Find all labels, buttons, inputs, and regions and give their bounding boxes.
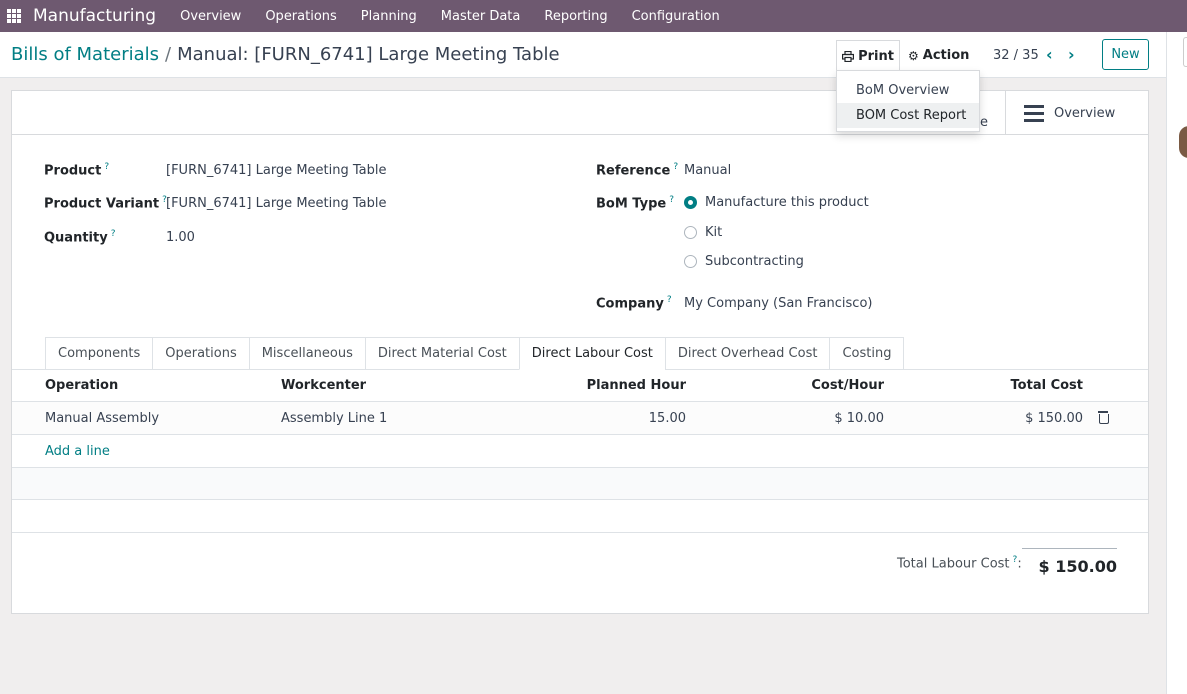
- radio-label: Subcontracting: [705, 254, 804, 269]
- product-label-text: Product: [44, 163, 102, 179]
- breadcrumb-bills-of-materials[interactable]: Bills of Materials: [11, 44, 159, 65]
- help-icon[interactable]: ?: [669, 195, 674, 205]
- add-line-link[interactable]: Add a line: [45, 435, 110, 467]
- bom-type-radio-manufacture[interactable]: Manufacture this product: [684, 195, 869, 210]
- reference-field[interactable]: Manual: [684, 163, 731, 178]
- tab-miscellaneous[interactable]: Miscellaneous: [248, 337, 365, 370]
- bom-type-label-text: BoM Type: [596, 196, 667, 212]
- cell-cost-hour[interactable]: $ 10.00: [834, 402, 884, 434]
- help-icon[interactable]: ?: [111, 229, 116, 239]
- bom-type-radio-kit[interactable]: Kit: [684, 225, 722, 240]
- bom-type-label: BoM Type?: [596, 195, 674, 211]
- control-panel: Bills of Materials / Manual: [FURN_6741]…: [0, 32, 1166, 78]
- tab-costing[interactable]: Costing: [829, 337, 905, 370]
- help-icon[interactable]: ?: [673, 162, 678, 172]
- chatter-toggle[interactable]: [1183, 37, 1187, 67]
- table-header: Operation Workcenter Planned Hour Cost/H…: [12, 370, 1148, 402]
- radio-checked-icon[interactable]: [684, 196, 697, 209]
- cell-operation[interactable]: Manual Assembly: [45, 402, 159, 434]
- printer-icon: [842, 50, 855, 62]
- total-labour-cost-label: Total Labour Cost?:: [897, 555, 1022, 571]
- quantity-label-text: Quantity: [44, 230, 108, 246]
- print-button[interactable]: Print: [836, 40, 900, 71]
- menu-master-data[interactable]: Master Data: [429, 9, 533, 24]
- menu-reporting[interactable]: Reporting: [532, 9, 619, 24]
- avatar: [1179, 126, 1187, 158]
- print-label: Print: [858, 48, 894, 64]
- top-navbar: Manufacturing Overview Operations Planni…: [0, 0, 1187, 32]
- chatter-panel: [1166, 32, 1187, 694]
- radio-unchecked-icon[interactable]: [684, 226, 697, 239]
- app-name[interactable]: Manufacturing: [33, 6, 156, 26]
- tab-direct-material-cost[interactable]: Direct Material Cost: [364, 337, 519, 370]
- tab-operations[interactable]: Operations: [152, 337, 249, 370]
- column-planned-hour[interactable]: Planned Hour: [587, 370, 686, 401]
- column-total-cost[interactable]: Total Cost: [1011, 370, 1083, 401]
- empty-row: [12, 467, 1148, 500]
- company-label: Company?: [596, 295, 672, 311]
- product-variant-field[interactable]: [FURN_6741] Large Meeting Table: [166, 196, 386, 211]
- form-sheet: e Overview Product? [FURN_6741] Large Me…: [11, 90, 1149, 614]
- overview-smart-button[interactable]: Overview: [1005, 91, 1148, 135]
- column-operation[interactable]: Operation: [45, 370, 118, 401]
- table-row[interactable]: Manual Assembly Assembly Line 1 15.00 $ …: [12, 402, 1148, 435]
- column-workcenter[interactable]: Workcenter: [281, 370, 366, 401]
- radio-label: Manufacture this product: [705, 195, 869, 210]
- reference-label-text: Reference: [596, 163, 671, 179]
- help-icon[interactable]: ?: [104, 162, 109, 172]
- action-button[interactable]: ⚙ Action: [904, 40, 973, 71]
- radio-unchecked-icon[interactable]: [684, 255, 697, 268]
- column-cost-hour[interactable]: Cost/Hour: [811, 370, 884, 401]
- breadcrumb-separator: /: [165, 44, 172, 65]
- help-icon[interactable]: ?: [667, 295, 672, 305]
- smart-button-partial[interactable]: e: [980, 115, 988, 130]
- radio-label: Kit: [705, 225, 723, 240]
- chevron-right-icon[interactable]: ›: [1068, 45, 1075, 64]
- menu-operations[interactable]: Operations: [253, 9, 348, 24]
- trash-icon[interactable]: [1098, 411, 1109, 424]
- company-label-text: Company: [596, 296, 664, 312]
- pager-value[interactable]: 32 / 35: [993, 48, 1039, 63]
- tab-direct-labour-cost[interactable]: Direct Labour Cost: [518, 337, 665, 370]
- breadcrumb: Bills of Materials / Manual: [FURN_6741]…: [11, 44, 560, 65]
- gear-icon: ⚙: [908, 48, 919, 63]
- table-bottom-divider: [12, 532, 1148, 533]
- variant-label-text: Product Variant: [44, 196, 160, 212]
- quantity-field[interactable]: 1.00: [166, 230, 195, 245]
- menu-configuration[interactable]: Configuration: [620, 9, 732, 24]
- menu-item-bom-cost-report[interactable]: BOM Cost Report: [837, 103, 979, 128]
- cell-planned-hour[interactable]: 15.00: [649, 402, 686, 434]
- reference-label: Reference?: [596, 162, 678, 178]
- company-field[interactable]: My Company (San Francisco): [684, 296, 872, 311]
- menu-planning[interactable]: Planning: [349, 9, 429, 24]
- print-dropdown-menu: BoM Overview BOM Cost Report: [836, 70, 980, 132]
- total-separator: [1022, 548, 1117, 549]
- chevron-left-icon[interactable]: ‹: [1046, 45, 1053, 64]
- action-label: Action: [922, 48, 970, 63]
- tab-components[interactable]: Components: [45, 337, 153, 370]
- total-label-text: Total Labour Cost: [897, 556, 1010, 572]
- cell-workcenter[interactable]: Assembly Line 1: [281, 402, 387, 434]
- notebook-tabs: Components Operations Miscellaneous Dire…: [45, 337, 905, 370]
- menu-item-bom-overview[interactable]: BoM Overview: [837, 78, 979, 103]
- product-label: Product?: [44, 162, 109, 178]
- quantity-label: Quantity?: [44, 229, 115, 245]
- page-title: Manual: [FURN_6741] Large Meeting Table: [177, 44, 560, 65]
- total-labour-cost-value: $ 150.00: [1038, 557, 1117, 576]
- bom-type-radio-subcontracting[interactable]: Subcontracting: [684, 254, 804, 269]
- menu-overview[interactable]: Overview: [168, 9, 253, 24]
- empty-row: [12, 499, 1148, 532]
- list-icon: [1024, 104, 1044, 122]
- product-field[interactable]: [FURN_6741] Large Meeting Table: [166, 163, 386, 178]
- app-grid-icon[interactable]: [7, 9, 21, 23]
- new-button[interactable]: New: [1102, 39, 1149, 70]
- overview-label: Overview: [1054, 105, 1116, 121]
- product-variant-label: Product Variant?: [44, 195, 167, 211]
- tab-direct-overhead-cost[interactable]: Direct Overhead Cost: [664, 337, 830, 370]
- cell-total-cost[interactable]: $ 150.00: [1025, 402, 1083, 434]
